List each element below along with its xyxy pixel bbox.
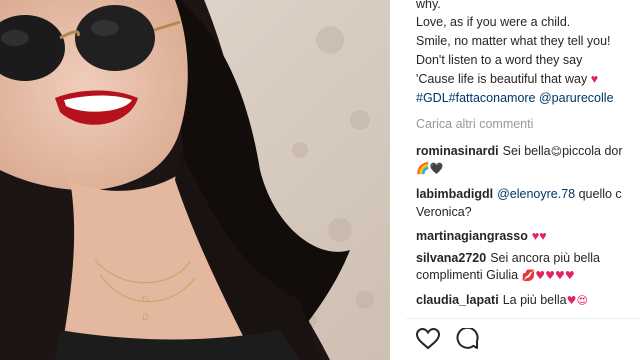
comment-text: Sei ancora più bella	[490, 251, 600, 265]
heart-eyes-emoji-icon: ♥😍	[566, 294, 588, 307]
svg-text:G: G	[142, 295, 149, 305]
comment-text: La più bella	[502, 293, 567, 307]
svg-text:D: D	[142, 313, 149, 323]
comment-mention[interactable]: @elenoyre.78	[497, 187, 575, 201]
heart-emoji-icon: ♥	[590, 72, 599, 86]
comment-username[interactable]: silvana2720	[416, 251, 486, 265]
comment-username[interactable]: martinagiangrasso	[416, 229, 528, 243]
caption-line: why.	[416, 0, 441, 11]
comment: martinagiangrasso ♥♥	[416, 226, 547, 247]
comment: claudia_lapati La più bella♥😍	[416, 290, 588, 311]
caption-line-last: 'Cause life is beautiful that way ♥	[416, 71, 598, 88]
caption-line: Don't listen to a word they say	[416, 53, 583, 67]
post-photo[interactable]: G D	[0, 0, 390, 360]
comment-text: quello c	[575, 187, 622, 201]
woman-portrait-image: G D	[0, 0, 390, 360]
comment-bubble-icon[interactable]	[456, 326, 480, 357]
comment-text: complimenti Giulia	[416, 268, 519, 282]
comment-username[interactable]: rominasinardi	[416, 144, 499, 158]
comments-panel: why. Love, as if you were a child. Smile…	[390, 0, 640, 360]
comment-line2: Veronica?	[416, 205, 472, 219]
hearts-emoji-icon: ♥♥	[531, 229, 547, 243]
comment-username[interactable]: claudia_lapati	[416, 293, 499, 307]
comment-text-cont: piccola dor	[562, 144, 623, 158]
hashtag-line[interactable]: #GDL#fattaconamore @parurecolle	[416, 90, 614, 107]
rainbow-heart-emoji-icon: 🌈🖤	[416, 162, 444, 175]
smile-emoji-icon: 😊	[550, 145, 563, 158]
kiss-hearts-emoji-icon: 💋♥♥♥♥	[521, 269, 575, 282]
caption-line: Smile, no matter what they tell you!	[416, 34, 611, 48]
comment-username[interactable]: labimbadigdl	[416, 187, 493, 201]
comment: rominasinardi Sei bella😊piccola dor	[416, 141, 623, 162]
load-more-comments-link[interactable]: Carica altri commenti	[416, 117, 533, 131]
caption-line-text: 'Cause life is beautiful that way	[416, 72, 588, 86]
comment-line2: complimenti Giulia 💋♥♥♥♥	[416, 265, 575, 286]
caption-line: Love, as if you were a child.	[416, 15, 571, 29]
post-actions-bar	[406, 318, 640, 359]
comment-text: Sei bella	[502, 144, 551, 158]
heart-outline-icon[interactable]	[415, 327, 441, 355]
comment-line2: 🌈🖤	[416, 158, 443, 179]
